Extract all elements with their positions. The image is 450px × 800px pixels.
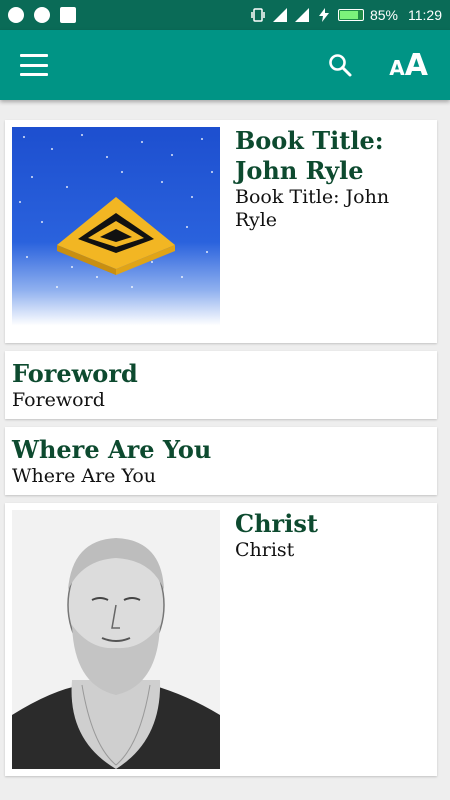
pyramid-cover-image: [12, 127, 220, 336]
chapter-list: Book Title: John Ryle Book Title: John R…: [5, 120, 437, 784]
text-size-icon[interactable]: A A: [389, 48, 428, 83]
battery-percent: 85%: [369, 7, 398, 23]
app-toolbar: A A: [0, 30, 450, 100]
item-title: Book Title: John Ryle: [235, 126, 384, 185]
hamburger-menu-icon[interactable]: [20, 54, 48, 76]
item-subtitle: Christ: [235, 539, 295, 561]
signal-icon: [272, 8, 287, 22]
item-subtitle: Where Are You: [12, 465, 157, 487]
portrait-image: [12, 510, 220, 769]
chat-icon: [60, 7, 76, 23]
item-subtitle: Book Title: John Ryle: [235, 186, 390, 231]
text-size-big-letter: A: [404, 47, 428, 83]
list-item[interactable]: Where Are You Where Are You: [5, 427, 437, 495]
battery-icon: [337, 9, 364, 21]
signal-icon: [294, 8, 309, 22]
notification-icon: [8, 7, 24, 23]
list-item[interactable]: Christ Christ: [5, 503, 437, 776]
pyramid-cover-image: [12, 127, 220, 336]
browser-icon: [34, 7, 50, 23]
item-title: Foreword: [12, 359, 138, 388]
item-title: Where Are You: [12, 435, 212, 464]
text-size-small-letter: A: [389, 55, 405, 80]
charging-icon: [318, 8, 329, 22]
list-item[interactable]: Book Title: John Ryle Book Title: John R…: [5, 120, 437, 343]
search-icon[interactable]: [327, 52, 353, 78]
portrait-image: [12, 510, 220, 769]
clock: 11:29: [408, 7, 442, 23]
status-bar: 85% 11:29: [0, 0, 450, 30]
item-title: Christ: [235, 509, 318, 538]
item-subtitle: Foreword: [12, 389, 105, 411]
vibrate-icon: [251, 8, 265, 22]
list-item[interactable]: Foreword Foreword: [5, 351, 437, 419]
